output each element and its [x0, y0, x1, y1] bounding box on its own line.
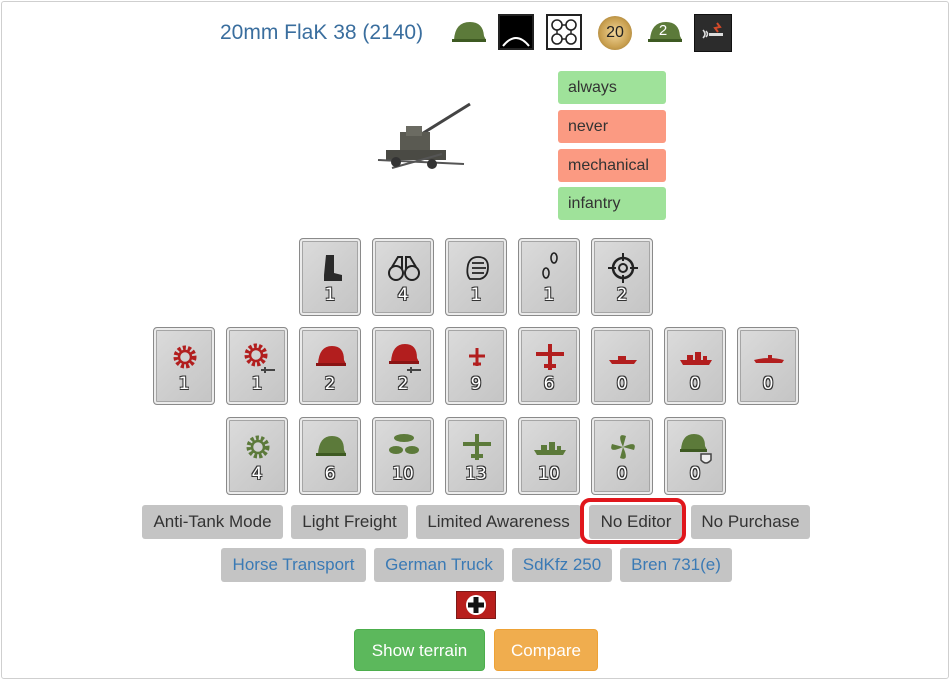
stat-value: 1 — [324, 285, 336, 305]
plane-red-large-icon — [536, 344, 564, 370]
stat-value: 13 — [465, 464, 487, 484]
stat-value: 0 — [689, 374, 701, 394]
tag-infantry: infantry — [558, 187, 666, 220]
stat-helmet-red-melee[interactable]: 2 — [372, 327, 434, 405]
helmet-shield-green-icon — [680, 434, 712, 464]
stat-value: 0 — [616, 374, 628, 394]
gear-green-icon — [246, 435, 270, 459]
transport-sdkfz-250[interactable]: SdKfz 250 — [512, 548, 612, 582]
stat-plane-green[interactable]: 13 — [445, 417, 507, 495]
show-terrain-button[interactable]: Show terrain — [354, 629, 485, 671]
helmet-red-sword-icon — [389, 344, 421, 373]
stat-value: 9 — [470, 374, 482, 394]
unit-header: 20mm FlaK 38 (2140) 20 2 — [0, 14, 952, 54]
helmet-red-icon — [316, 346, 346, 366]
stat-movement[interactable]: 1 — [299, 238, 361, 316]
trait-anti-tank-mode[interactable]: Anti-Tank Mode — [142, 505, 283, 539]
stat-gear-melee[interactable]: 1 — [226, 327, 288, 405]
stat-helmet-green[interactable]: 6 — [299, 417, 361, 495]
stat-value: 2 — [324, 374, 336, 394]
fire-signal-icon[interactable] — [694, 14, 732, 52]
stat-ship-small-red[interactable]: 0 — [591, 327, 653, 405]
trait-limited-awareness[interactable]: Limited Awareness — [416, 505, 581, 539]
selection-highlight — [580, 498, 686, 544]
stat-value: 10 — [538, 464, 560, 484]
gear-red-icon — [173, 345, 197, 369]
stat-value: 4 — [397, 285, 409, 305]
stat-helmet-shield-green[interactable]: 0 — [664, 417, 726, 495]
helmet-count-icon[interactable]: 2 — [646, 18, 684, 48]
transport-horse[interactable]: Horse Transport — [221, 548, 366, 582]
tag-never: never — [558, 110, 666, 143]
gear-red-sword-icon — [244, 343, 275, 373]
tag-mechanical: mechanical — [558, 149, 666, 182]
stat-value: 1 — [543, 285, 555, 305]
stat-value: 1 — [178, 374, 190, 394]
stat-gear-green[interactable]: 4 — [226, 417, 288, 495]
stat-range[interactable]: 2 — [591, 238, 653, 316]
plane-green-icon — [463, 434, 491, 460]
stat-ship-green[interactable]: 10 — [518, 417, 580, 495]
transport-german-truck[interactable]: German Truck — [374, 548, 504, 582]
stat-attack[interactable]: 1 — [445, 238, 507, 316]
stat-value: 0 — [616, 464, 628, 484]
stat-propeller-green[interactable]: 0 — [591, 417, 653, 495]
unit-title: 20mm FlaK 38 (2140) — [220, 21, 424, 44]
stat-value: 1 — [251, 374, 263, 394]
stat-value: 2 — [397, 374, 409, 394]
stat-value: 2 — [616, 285, 628, 305]
crosshair-icon — [608, 253, 638, 283]
footsteps-icon — [542, 252, 558, 279]
submarine-red-icon — [754, 355, 784, 363]
stat-steps[interactable]: 1 — [518, 238, 580, 316]
compare-button[interactable]: Compare — [494, 629, 598, 671]
tag-always: always — [558, 71, 666, 104]
helmet-count-value: 2 — [658, 22, 668, 39]
plane-red-small-icon — [469, 348, 485, 366]
gold-badge-icon[interactable]: 20 — [598, 16, 632, 50]
helmet-green-icon[interactable] — [450, 18, 488, 53]
boot-icon — [324, 255, 342, 281]
trait-light-freight[interactable]: Light Freight — [291, 505, 408, 539]
stat-value: 1 — [470, 285, 482, 305]
stat-value: 6 — [543, 374, 555, 394]
stat-value: 0 — [689, 464, 701, 484]
stat-soft-attack-gear[interactable]: 1 — [153, 327, 215, 405]
stat-bombs-green[interactable]: 10 — [372, 417, 434, 495]
transport-bren[interactable]: Bren 731(e) — [620, 548, 732, 582]
unit-image — [372, 98, 472, 180]
stat-plane-small-red[interactable]: 9 — [445, 327, 507, 405]
trait-no-purchase[interactable]: No Purchase — [691, 505, 810, 539]
stat-value: 10 — [392, 464, 414, 484]
helmet-green-icon — [316, 436, 346, 456]
stat-submarine-red[interactable]: 0 — [737, 327, 799, 405]
ship-green-icon — [534, 442, 566, 455]
stat-ship-large-red[interactable]: 0 — [664, 327, 726, 405]
black-arc-icon[interactable] — [498, 14, 534, 50]
stat-vision[interactable]: 4 — [372, 238, 434, 316]
ship-red-small-icon — [609, 356, 637, 364]
stat-value: 4 — [251, 464, 263, 484]
stat-value: 0 — [762, 374, 774, 394]
propeller-green-icon — [611, 435, 635, 459]
german-cross-flag-icon — [456, 591, 496, 619]
gold-badge-value: 20 — [606, 24, 624, 41]
ship-red-large-icon — [680, 352, 712, 365]
bombs-green-icon — [389, 434, 419, 454]
stat-value: 6 — [324, 464, 336, 484]
binoculars-icon — [388, 256, 420, 281]
stat-helmet-red[interactable]: 2 — [299, 327, 361, 405]
fist-icon — [466, 256, 489, 280]
four-circles-icon[interactable] — [546, 14, 582, 50]
stat-plane-large-red[interactable]: 6 — [518, 327, 580, 405]
